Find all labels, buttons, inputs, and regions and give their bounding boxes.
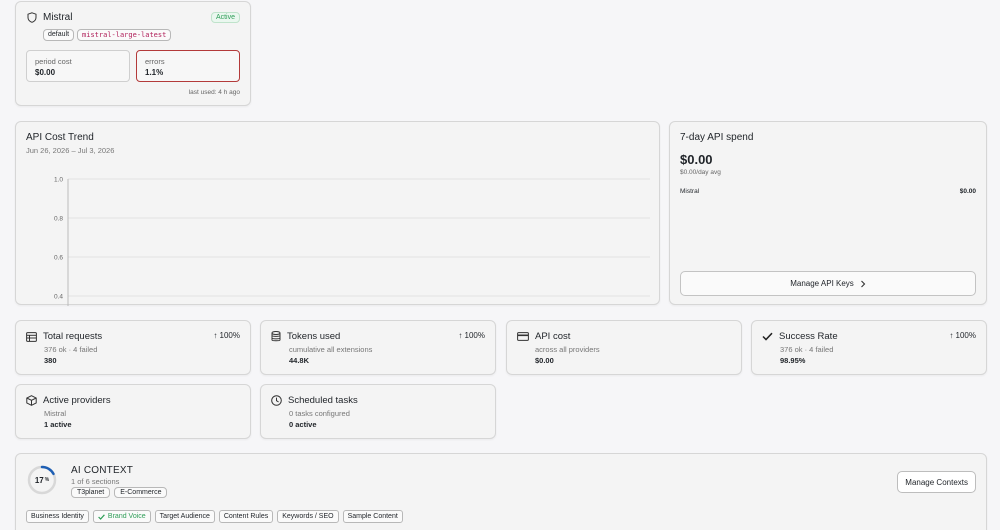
- section-label: Keywords / SEO: [282, 513, 334, 520]
- spend-amount: $0.00: [680, 152, 713, 167]
- period-cost-value: $0.00: [35, 68, 56, 77]
- stat-tokens-used[interactable]: Tokens used ↑ 100% cumulative all extens…: [260, 320, 496, 375]
- box-icon: [26, 395, 37, 406]
- errors-value: 1.1%: [145, 68, 164, 77]
- stat-title: Success Rate: [779, 331, 838, 342]
- spend-avg: $0.00/day avg: [680, 169, 721, 176]
- errors-box: errors 1.1%: [136, 50, 240, 82]
- stat-scheduled-tasks[interactable]: Scheduled tasks 0 tasks configured 0 act…: [260, 384, 496, 439]
- section-chip[interactable]: Keywords / SEO: [277, 510, 339, 523]
- provider-name: Mistral: [43, 12, 73, 23]
- stat-value: 380: [44, 356, 57, 365]
- y-tick-label: 0.6: [54, 255, 63, 262]
- chevron-right-icon: [860, 280, 866, 288]
- section-label: Business Identity: [31, 513, 84, 520]
- manage-api-keys-label: Manage API Keys: [790, 279, 854, 288]
- stat-title: Total requests: [43, 331, 103, 342]
- context-tags: T3planet E-Commerce: [71, 487, 168, 498]
- section-chip[interactable]: Content Rules: [218, 510, 274, 523]
- checkmark-icon: [762, 332, 773, 341]
- database-icon: [271, 331, 281, 342]
- section-chip[interactable]: Brand Voice: [92, 510, 151, 523]
- stat-value: $0.00: [535, 356, 554, 365]
- manage-contexts-button[interactable]: Manage Contexts: [897, 471, 976, 493]
- chip-default: default: [43, 29, 75, 41]
- section-label: Target Audience: [159, 513, 210, 520]
- period-cost-label: period cost: [35, 57, 72, 66]
- stat-sub: Mistral: [44, 409, 67, 418]
- manage-api-keys-button[interactable]: Manage API Keys: [680, 271, 976, 296]
- stat-title: Active providers: [43, 395, 111, 406]
- provider-title: Mistral: [27, 12, 72, 23]
- section-label: Sample Content: [347, 513, 398, 520]
- tag-chip: E-Commerce: [114, 487, 168, 498]
- stat-trend: ↑ 100%: [213, 331, 240, 340]
- status-badge: Active: [210, 12, 240, 23]
- clock-icon: [271, 395, 282, 406]
- stat-title: Tokens used: [287, 331, 341, 342]
- spend-row-name: Mistral: [680, 188, 700, 195]
- chip-model: mistral-large-latest: [77, 29, 172, 41]
- context-sub: 1 of 6 sections: [71, 477, 120, 486]
- stat-sub: across all providers: [535, 345, 600, 354]
- tag-chip: T3planet: [71, 487, 111, 498]
- progress-percent: 17%: [34, 475, 50, 485]
- section-chip[interactable]: Target Audience: [154, 510, 215, 523]
- spend-card: 7-day API spend $0.00 $0.00/day avg Mist…: [669, 121, 987, 305]
- checkmark-icon: [98, 513, 105, 520]
- stat-api-cost[interactable]: API cost across all providers $0.00: [506, 320, 742, 375]
- spend-row-value: $0.00: [959, 188, 976, 195]
- shield-icon: [27, 12, 37, 23]
- stat-value: 1 active: [44, 420, 72, 429]
- context-sections: Business Identity Brand Voice Target Audie…: [26, 510, 403, 523]
- spend-title: 7-day API spend: [680, 132, 754, 143]
- section-chip[interactable]: Business Identity: [26, 510, 89, 523]
- stat-value: 0 active: [289, 420, 317, 429]
- stat-active-providers[interactable]: Active providers Mistral 1 active: [15, 384, 251, 439]
- provider-chips: default mistral-large-latest: [43, 29, 172, 41]
- section-chip[interactable]: Sample Content: [342, 510, 403, 523]
- stat-title: Scheduled tasks: [288, 395, 358, 406]
- stat-trend: ↑ 100%: [949, 331, 976, 340]
- provider-card[interactable]: Mistral Active default mistral-large-lat…: [15, 1, 251, 106]
- stat-sub: 0 tasks configured: [289, 409, 350, 418]
- stat-value: 98.95%: [780, 356, 806, 365]
- cost-trend-card: API Cost Trend Jun 26, 2026 – Jul 3, 202…: [15, 121, 660, 306]
- spend-row: Mistral $0.00: [680, 188, 976, 195]
- last-used: last used: 4 h ago: [188, 89, 240, 96]
- stat-sub: cumulative all extensions: [289, 345, 373, 354]
- y-tick-label: 0.8: [54, 216, 63, 223]
- cost-trend-chart: 1.00.80.60.40.202026-07-03Mistral: [54, 177, 650, 306]
- stat-value: 44.8K: [289, 356, 310, 365]
- errors-label: errors: [145, 57, 165, 66]
- stat-success-rate[interactable]: Success Rate ↑ 100% 376 ok · 4 failed 98…: [751, 320, 987, 375]
- section-label: Content Rules: [223, 513, 269, 520]
- stat-sub: 376 ok · 4 failed: [780, 345, 834, 354]
- y-tick-label: 1.0: [54, 177, 63, 184]
- period-cost-box: period cost $0.00: [26, 50, 130, 82]
- context-title: AI CONTEXT: [71, 465, 134, 476]
- section-label: Brand Voice: [107, 513, 146, 520]
- y-tick-label: 0.4: [54, 294, 63, 301]
- stat-title: API cost: [535, 331, 571, 342]
- credit-card-icon: [517, 332, 529, 341]
- stat-sub: 376 ok · 4 failed: [44, 345, 98, 354]
- stat-trend: ↑ 100%: [458, 331, 485, 340]
- table-icon: [26, 331, 37, 342]
- ai-context-card: 17% AI CONTEXT 1 of 6 sections T3planet …: [15, 453, 987, 530]
- stat-total-requests[interactable]: Total requests ↑ 100% 376 ok · 4 failed …: [15, 320, 251, 375]
